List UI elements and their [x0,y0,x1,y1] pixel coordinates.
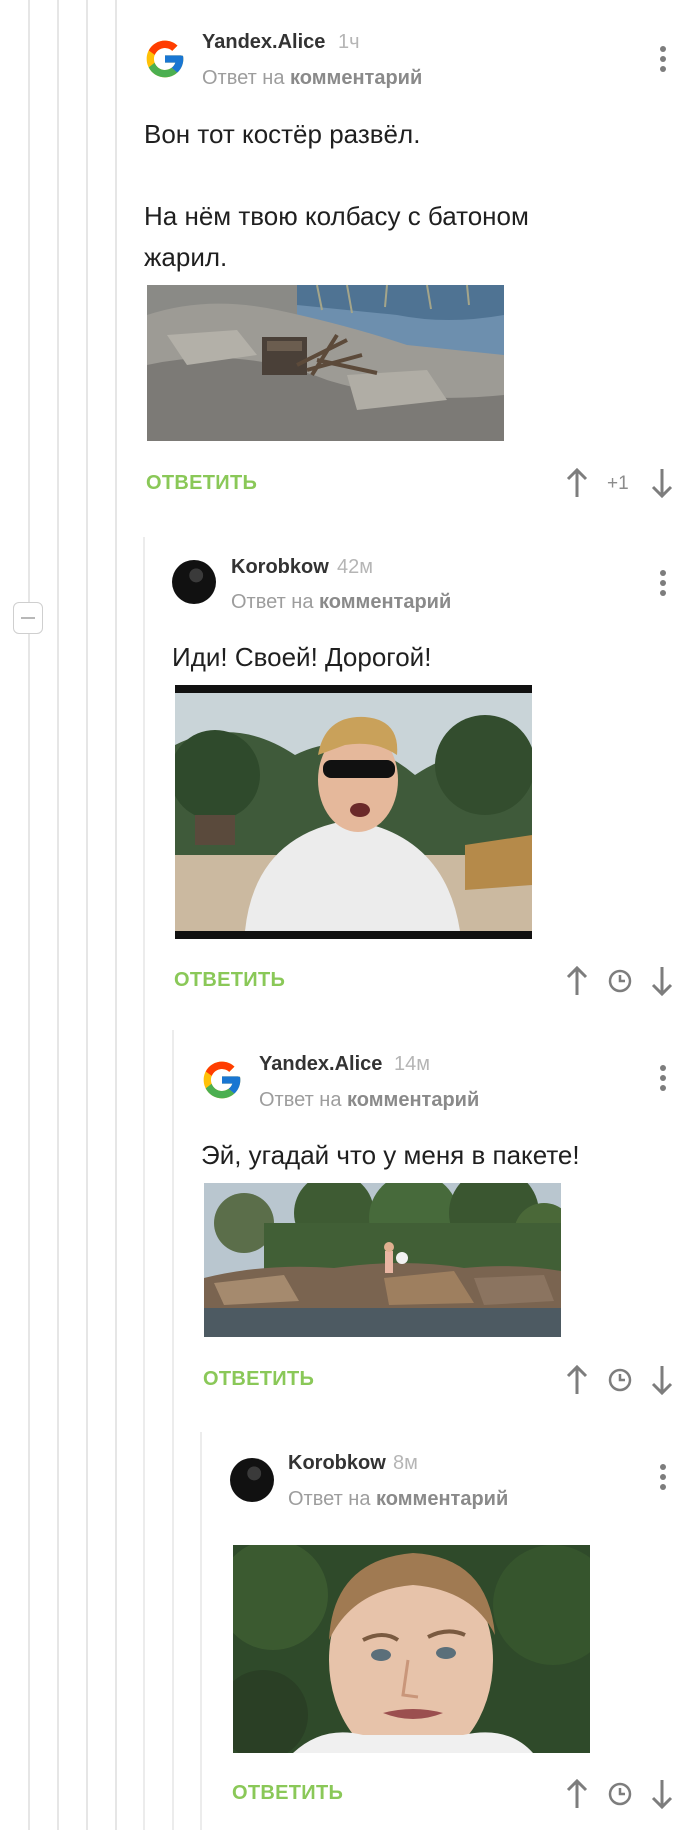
comment-text: Эй, угадай что у меня в пакете! [201,1135,681,1176]
reply-target-link[interactable]: комментарий [290,67,422,89]
comment-time: 8м [393,1452,418,1474]
google-avatar-icon[interactable] [143,37,187,81]
user-avatar[interactable] [172,560,216,604]
upvote-arrow-icon[interactable] [565,1778,589,1810]
reply-target-link[interactable]: комментарий [376,1488,508,1510]
more-options-icon[interactable] [658,570,668,600]
more-options-icon[interactable] [658,46,668,76]
rating-value: +1 [607,473,629,494]
downvote-arrow-icon[interactable] [650,1364,674,1396]
comment-time: 1ч [338,31,360,53]
comment-gif[interactable] [175,685,532,939]
reply-to: Ответ на комментарий [231,591,451,614]
reply-target-link[interactable]: комментарий [319,591,451,613]
comment-time: 42м [337,556,373,578]
comment-text-line: Вон тот костёр развёл. [144,119,421,149]
upvote-arrow-icon[interactable] [565,1364,589,1396]
reply-button[interactable]: ОТВЕТИТЬ [203,1368,314,1391]
reply-prefix: Ответ на [231,591,314,613]
author-name[interactable]: Yandex.Alice [259,1053,382,1076]
comment-text: Вон тот костёр развёл. На нём твою колба… [144,114,664,278]
comment-image[interactable] [204,1183,561,1337]
thread-rail [143,537,145,1830]
downvote-arrow-icon[interactable] [650,965,674,997]
collapse-thread-button[interactable] [13,602,43,634]
reply-prefix: Ответ на [288,1488,371,1510]
reply-to: Ответ на комментарий [202,67,422,90]
reply-to: Ответ на комментарий [259,1089,479,1112]
thread-rail [200,1432,202,1830]
user-avatar[interactable] [230,1458,274,1502]
clock-icon [608,969,632,993]
upvote-arrow-icon[interactable] [565,467,589,499]
author-name[interactable]: Yandex.Alice [202,31,325,54]
comment-text-line: Иди! Своей! Дорогой! [172,642,432,672]
comment-text-line: жарил. [144,242,228,272]
reply-prefix: Ответ на [259,1089,342,1111]
comment: Yandex.Alice 1ч Ответ на комментарий Вон… [0,0,700,520]
reply-prefix: Ответ на [202,67,285,89]
google-avatar-icon[interactable] [200,1058,244,1102]
author-name[interactable]: Korobkow [231,556,329,579]
reply-to: Ответ на комментарий [288,1488,508,1511]
reply-target-link[interactable]: комментарий [347,1089,479,1111]
upvote-arrow-icon[interactable] [565,965,589,997]
more-options-icon[interactable] [658,1464,668,1494]
downvote-arrow-icon[interactable] [650,1778,674,1810]
comment-gif[interactable] [233,1545,590,1753]
reply-button[interactable]: ОТВЕТИТЬ [174,969,285,992]
author-name[interactable]: Korobkow [288,1452,386,1475]
comment-time: 14м [394,1053,430,1075]
downvote-arrow-icon[interactable] [650,467,674,499]
clock-icon [608,1782,632,1806]
comment-text: Иди! Своей! Дорогой! [172,637,672,678]
comment-image[interactable] [147,285,504,441]
reply-button[interactable]: ОТВЕТИТЬ [232,1782,343,1805]
clock-icon [608,1368,632,1392]
more-options-icon[interactable] [658,1065,668,1095]
comment-text-line: Эй, угадай что у меня в пакете! [201,1140,580,1170]
comment-text-line: На нём твою колбасу с батоном [144,201,529,231]
reply-button[interactable]: ОТВЕТИТЬ [146,472,257,495]
thread-rail [172,1030,174,1830]
